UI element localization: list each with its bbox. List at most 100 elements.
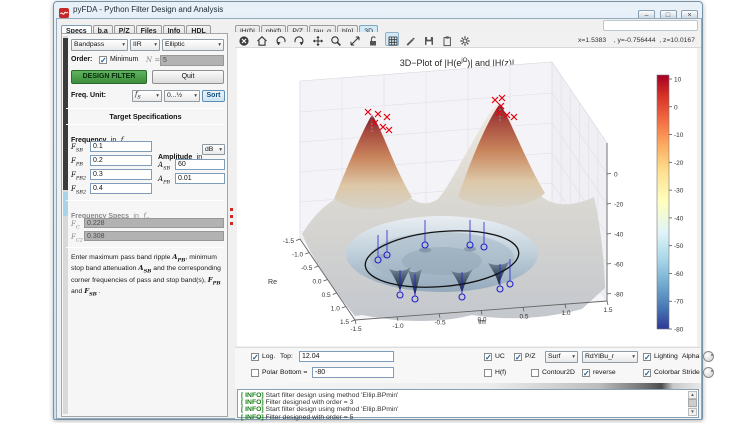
sort-button[interactable]: Sort [202, 90, 225, 102]
design-method-select[interactable]: Elliptic▾ [162, 39, 224, 51]
svg-text:-30: -30 [674, 188, 684, 195]
stride-knob[interactable] [703, 367, 714, 378]
svg-text:-60: -60 [674, 271, 684, 278]
svg-text:0.0: 0.0 [312, 279, 321, 286]
log-checkbox[interactable]: ✓ [251, 353, 259, 361]
svg-text:-20: -20 [674, 160, 684, 167]
svg-text:-10: -10 [674, 132, 684, 139]
redo-icon[interactable] [292, 33, 306, 47]
spec-help-text: Enter maximum pass band ripple APB, mini… [71, 253, 221, 299]
customize-icon[interactable] [403, 33, 417, 47]
svg-text:0.5: 0.5 [519, 313, 528, 320]
svg-text:10: 10 [674, 77, 682, 84]
settings-icon[interactable] [458, 33, 472, 47]
reverse-checkbox[interactable]: ✓ [582, 369, 590, 377]
fc-input [84, 218, 224, 228]
pz-label: P/Z [525, 353, 536, 360]
log-line: [ INFO] Filter designed with order = 3 [238, 399, 698, 406]
alpha-knob[interactable] [703, 351, 714, 362]
fc2-label: FC2 [71, 233, 83, 243]
colorbar-label: Colorbar [654, 369, 680, 376]
specs-scrollbar-segment [63, 192, 68, 216]
apb-input[interactable] [175, 173, 225, 184]
colorbar-checkbox[interactable]: ✓ [643, 369, 651, 377]
tabbar-spacer [603, 20, 698, 31]
app-window: pyFDA - Python Filter Design and Analysi… [53, 1, 703, 420]
undo-icon[interactable] [274, 33, 288, 47]
resize-icon[interactable] [348, 33, 362, 47]
cursor-readout: x=1.5383 , y=-0.756444 , z=10.0167 [578, 37, 695, 44]
svg-text:Im: Im [478, 319, 486, 326]
freq-unit-select[interactable]: fS▾ [132, 90, 162, 102]
fsb-input[interactable] [90, 141, 152, 152]
mode-select[interactable]: Surf▾ [545, 351, 578, 363]
chevron-down-icon: ▾ [122, 40, 125, 50]
order-n-label: N = [146, 56, 160, 64]
apb-label: APB [158, 175, 170, 185]
svg-text:0: 0 [614, 172, 618, 179]
uc-label: UC [495, 353, 505, 360]
plot-canvas[interactable]: 3D−Plot of |H(ejΩ)| and |H(z)| [237, 48, 697, 346]
chevron-down-icon: ▾ [632, 352, 635, 362]
pz-checkbox[interactable]: ✓ [514, 353, 522, 361]
bottom-label: Bottom = [280, 369, 307, 376]
fpb2-input[interactable] [90, 169, 152, 180]
zoom-icon[interactable] [329, 33, 343, 47]
asb-input[interactable] [175, 159, 225, 170]
scroll-down-icon[interactable]: ▼ [688, 408, 697, 416]
svg-text:-40: -40 [674, 215, 684, 222]
fpb-label: FPB [71, 157, 83, 167]
title-bar[interactable]: pyFDA - Python Filter Design and Analysi… [54, 2, 702, 17]
fpb-input[interactable] [90, 155, 152, 166]
amplitude-unit-select[interactable]: dB▾ [202, 144, 225, 155]
polar-checkbox[interactable] [251, 369, 259, 377]
svg-text:-80: -80 [674, 327, 684, 334]
grid-icon[interactable] [385, 32, 399, 46]
order-minimum-label: Minimum [110, 56, 138, 63]
top-input[interactable] [299, 351, 394, 362]
fsb2-label: FSB2 [71, 185, 86, 195]
uc-checkbox[interactable]: ✓ [484, 353, 492, 361]
svg-text:-0.5: -0.5 [301, 265, 313, 272]
response-type-select[interactable]: Bandpass▾ [71, 39, 128, 51]
colorbar: 100-10-20-30-40-50-60-70-80 [657, 75, 684, 334]
freq-range-select[interactable]: 0...½▾ [164, 90, 200, 102]
design-filter-button[interactable]: DESIGN FILTER [71, 70, 147, 84]
chevron-down-icon: ▾ [194, 91, 197, 101]
specs-scrollbar[interactable] [63, 36, 68, 414]
log-console[interactable]: [ INFO] Start filter design using method… [237, 389, 699, 418]
filter-type-select[interactable]: IIR▾ [130, 39, 160, 51]
svg-text:-60: -60 [614, 262, 624, 269]
hf-checkbox[interactable] [484, 369, 492, 377]
svg-text:0: 0 [674, 104, 678, 111]
bottom-input[interactable] [312, 367, 394, 378]
close-plot-icon[interactable] [237, 33, 251, 47]
plot-panel: |H(f)|phi(f)P/Ztau_gh[n]3D x=1.5383 , y=… [235, 19, 701, 419]
fc-label: FC [71, 220, 80, 230]
contour2d-checkbox[interactable] [531, 369, 539, 377]
lighting-checkbox[interactable]: ✓ [643, 353, 651, 361]
console-scrollbar-thumb[interactable] [688, 399, 697, 407]
specs-panel: Bandpass▾ IIR▾ Elliptic▾ Order: ✓ Minimu… [61, 33, 228, 417]
colormap-select[interactable]: RdYlBu_r▾ [582, 351, 638, 363]
order-n-input [160, 55, 224, 66]
home-icon[interactable] [255, 33, 269, 47]
scroll-up-icon[interactable]: ▲ [688, 391, 697, 399]
order-minimum-checkbox[interactable]: ✓ [99, 56, 107, 64]
chevron-down-icon: ▾ [572, 352, 575, 362]
pan-icon[interactable] [311, 33, 325, 47]
console-scrollbar[interactable]: ▲ ▼ [688, 391, 697, 416]
svg-text:-70: -70 [674, 299, 684, 306]
quit-button[interactable]: Quit [152, 70, 224, 84]
svg-text:-1.0: -1.0 [392, 323, 404, 330]
top-label: Top: [280, 353, 293, 360]
copy-icon[interactable] [440, 33, 454, 47]
svg-text:-40: -40 [614, 232, 624, 239]
unlock-icon[interactable] [366, 33, 380, 47]
fsb2-input[interactable] [90, 183, 152, 194]
freq-unit-label: Freq. Unit: [71, 92, 106, 99]
client-area: Specsb,aP/ZFilesInfoHDL Bandpass▾ IIR▾ E… [56, 18, 702, 419]
svg-text:1.5: 1.5 [603, 307, 612, 314]
svg-text:-1.5: -1.5 [283, 238, 295, 245]
save-icon[interactable] [422, 33, 436, 47]
